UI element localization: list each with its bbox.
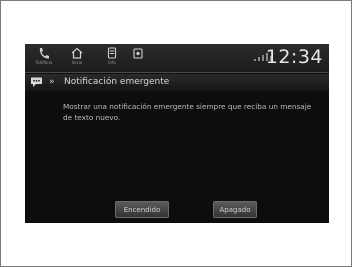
page-title: Notificación emergente (64, 77, 170, 87)
off-button[interactable]: Apagado (213, 201, 257, 218)
breadcrumb-chevron: » (49, 77, 54, 87)
infotainment-screen: Teléfono Inicio Info 12:34 » Notificació… (25, 44, 329, 223)
home-icon[interactable]: Inicio (66, 47, 88, 69)
phone-glyph (39, 48, 49, 59)
manual-figure-frame: Teléfono Inicio Info 12:34 » Notificació… (0, 0, 352, 267)
media-caption: Info (108, 60, 116, 65)
media-glyph (107, 47, 117, 59)
home-glyph (71, 47, 83, 59)
clock: 12:34 (265, 46, 323, 68)
media-icon[interactable]: Info (101, 47, 123, 69)
on-button[interactable]: Encendido (115, 201, 169, 218)
title-bar: » Notificación emergente (25, 74, 329, 91)
phone-icon[interactable]: Teléfono (33, 47, 55, 69)
phone-caption: Teléfono (35, 60, 53, 65)
audio-glyph (133, 48, 143, 59)
speech-bubble-icon (31, 77, 42, 87)
status-bar: Teléfono Inicio Info 12:34 (25, 44, 329, 73)
home-caption: Inicio (71, 60, 83, 65)
audio-icon[interactable] (127, 47, 149, 69)
description-text: Mostrar una notificación emergente siemp… (63, 102, 312, 122)
